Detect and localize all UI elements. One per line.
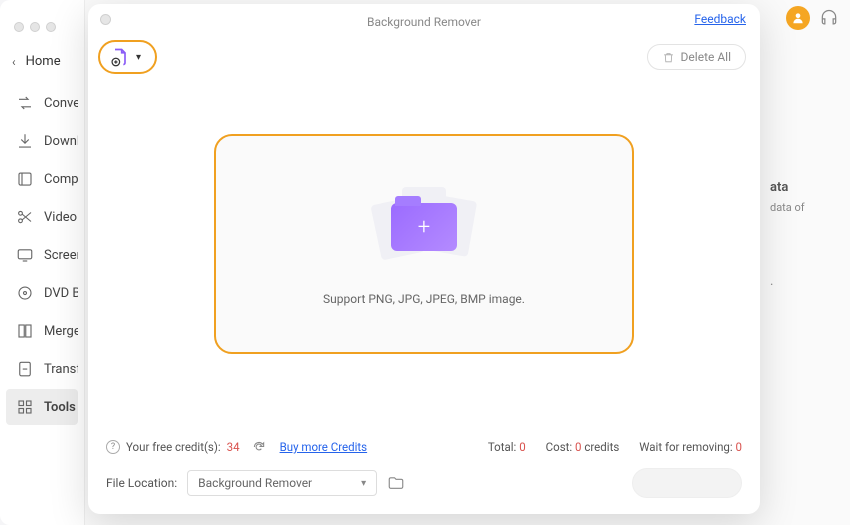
credits-row: ? Your free credit(s): 34 Buy more Credi…	[88, 440, 760, 454]
sidebar-item-dvd-burner[interactable]: DVD Burner	[6, 275, 78, 311]
help-icon[interactable]: ?	[106, 440, 120, 454]
home-nav[interactable]: ‹ Home	[0, 48, 84, 83]
wait-label: Wait for removing: 0	[639, 440, 742, 454]
sidebar-item-converter[interactable]: Converter	[6, 85, 78, 121]
support-icon[interactable]	[818, 7, 840, 29]
buy-credits-link[interactable]: Buy more Credits	[280, 440, 368, 454]
transfer-icon	[16, 360, 34, 378]
window-max-dot[interactable]	[46, 22, 56, 32]
chevron-down-icon: ▾	[361, 478, 366, 489]
compress-icon	[16, 170, 34, 188]
sidebar-item-label: DVD Burner	[44, 286, 78, 301]
window-close-dot[interactable]	[14, 22, 24, 32]
file-location-value: Background Remover	[198, 476, 312, 490]
traffic-lights	[0, 12, 84, 48]
drop-text: Support PNG, JPG, JPEG, BMP image.	[323, 292, 525, 306]
add-image-button[interactable]: ▾	[98, 40, 157, 74]
merge-icon	[16, 322, 34, 340]
background-panel: ata data of .	[770, 180, 830, 289]
browse-folder-button[interactable]	[387, 474, 405, 492]
plus-icon: +	[418, 215, 430, 240]
file-location-row: File Location: Background Remover ▾	[88, 454, 760, 514]
folder-illustration: +	[364, 182, 484, 272]
cost-value: 0	[575, 440, 581, 454]
avatar[interactable]	[786, 6, 810, 30]
file-location-label: File Location:	[106, 476, 177, 490]
background-remover-modal: Background Remover Feedback ▾ Delete All	[88, 4, 760, 514]
header-actions	[786, 6, 840, 30]
sidebar-item-label: Transfer	[44, 362, 78, 377]
feedback-link[interactable]: Feedback	[694, 12, 746, 26]
sidebar-item-label: Converter	[44, 96, 78, 111]
start-button[interactable]	[632, 468, 742, 498]
trash-icon	[662, 51, 675, 64]
disc-icon	[16, 284, 34, 302]
folder-icon: +	[391, 203, 457, 251]
refresh-button[interactable]	[252, 440, 266, 454]
bg-panel-ellipsis: .	[770, 274, 830, 289]
sidebar-item-label: Screen Recorder	[44, 248, 78, 263]
credits-label: Your free credit(s):	[126, 440, 221, 454]
delete-all-button[interactable]: Delete All	[647, 44, 746, 70]
sidebar-item-tools[interactable]: Tools	[6, 389, 78, 425]
sidebar-item-compressor[interactable]: Compressor	[6, 161, 78, 197]
bg-panel-sub: data of	[770, 201, 830, 214]
download-icon	[16, 132, 34, 150]
convert-icon	[16, 94, 34, 112]
add-file-icon	[110, 47, 130, 67]
window-min-dot[interactable]	[30, 22, 40, 32]
drop-area[interactable]: + Support PNG, JPG, JPEG, BMP image.	[214, 134, 634, 354]
delete-all-label: Delete All	[681, 50, 731, 64]
bg-panel-title: ata	[770, 180, 830, 195]
home-label: Home	[26, 54, 61, 69]
sidebar-item-label: Compressor	[44, 172, 78, 187]
sidebar-item-downloader[interactable]: Downloader	[6, 123, 78, 159]
sidebar-item-screen-recorder[interactable]: Screen Recorder	[6, 237, 78, 273]
sidebar-item-label: Tools	[44, 400, 76, 415]
sidebar-item-label: Merger	[44, 324, 78, 339]
sidebar-item-merger[interactable]: Merger	[6, 313, 78, 349]
credits-value: 34	[227, 440, 240, 454]
sidebar-item-video-editor[interactable]: Video Editor	[6, 199, 78, 235]
sidebar-item-label: Video Editor	[44, 210, 78, 225]
total-label: Total: 0	[488, 440, 526, 454]
modal-close-button[interactable]	[100, 14, 111, 25]
modal-title: Background Remover	[367, 15, 481, 29]
modal-header: Background Remover Feedback	[88, 4, 760, 34]
grid-icon	[16, 398, 34, 416]
cost-label: Cost: 0 credits	[546, 440, 620, 454]
sidebar-item-transfer[interactable]: Transfer	[6, 351, 78, 387]
sidebar-item-label: Downloader	[44, 134, 78, 149]
modal-toolbar: ▾ Delete All	[88, 34, 760, 78]
drop-area-container: + Support PNG, JPG, JPEG, BMP image.	[88, 78, 760, 440]
scissors-icon	[16, 208, 34, 226]
total-value: 0	[519, 440, 525, 454]
chevron-left-icon: ‹	[12, 55, 16, 69]
chevron-down-icon: ▾	[136, 52, 141, 63]
file-location-select[interactable]: Background Remover ▾	[187, 470, 377, 496]
wait-value: 0	[736, 440, 742, 454]
sidebar: ‹ Home Converter Downloader Compressor V…	[0, 0, 85, 525]
screen-icon	[16, 246, 34, 264]
